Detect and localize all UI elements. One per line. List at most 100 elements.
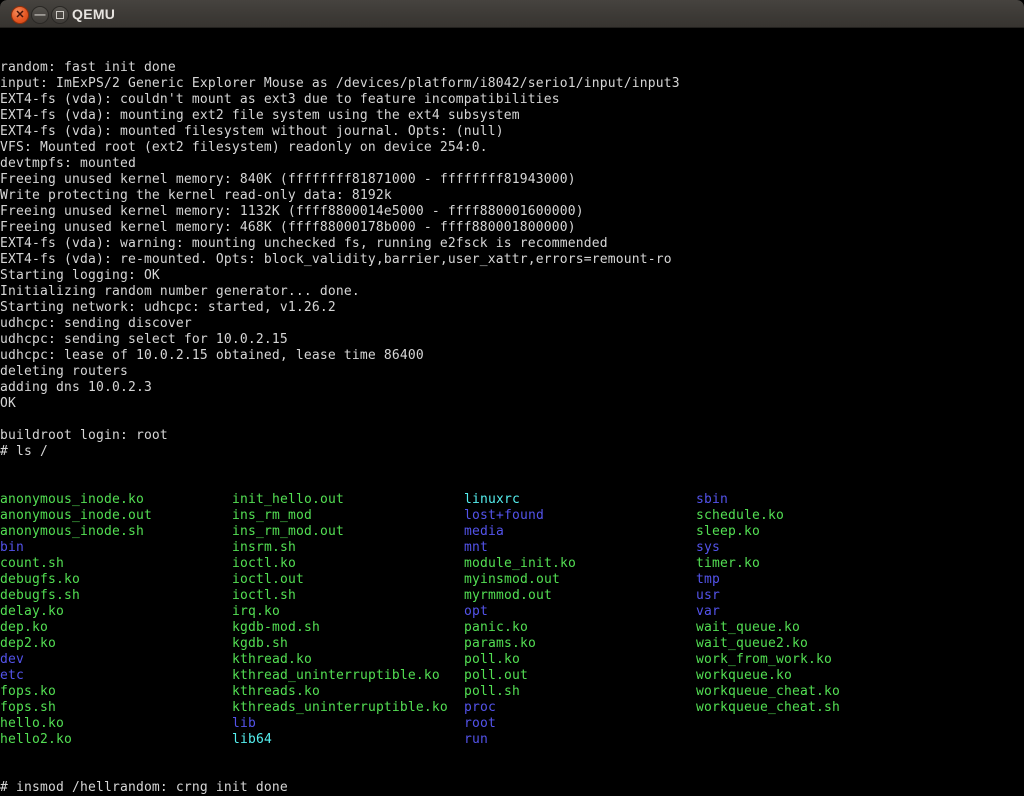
file-entry: workqueue.ko [696,668,928,684]
ls-row: devkthread.kopoll.kowork_from_work.ko [0,652,1024,668]
file-entry: lib [232,716,464,732]
file-entry: usr [696,588,928,604]
file-entry: dep2.ko [0,636,232,652]
file-entry: anonymous_inode.ko [0,492,232,508]
file-entry: work_from_work.ko [696,652,928,668]
file-entry: kgdb-mod.sh [232,620,464,636]
file-entry: ioctl.sh [232,588,464,604]
ls-row: etckthread_uninterruptible.kopoll.outwor… [0,668,1024,684]
file-entry: ins_rm_mod.out [232,524,464,540]
file-entry: proc [464,700,696,716]
file-entry: kthreads_uninterruptible.ko [232,700,464,716]
console-line: # insmod /hellrandom: crng init done [0,780,1024,796]
ls-output: anonymous_inode.koinit_hello.outlinuxrcs… [0,492,1024,748]
file-entry: sleep.ko [696,524,928,540]
file-entry: media [464,524,696,540]
ls-row: dep2.kokgdb.shparams.kowait_queue2.ko [0,636,1024,652]
file-entry: bin [0,540,232,556]
console-line: devtmpfs: mounted [0,156,1024,172]
maximize-icon [56,11,64,19]
ls-row: delay.koirq.kooptvar [0,604,1024,620]
file-entry: opt [464,604,696,620]
file-entry: panic.ko [464,620,696,636]
ls-row: anonymous_inode.koinit_hello.outlinuxrcs… [0,492,1024,508]
file-entry: run [464,732,696,748]
console-line: input: ImExPS/2 Generic Explorer Mouse a… [0,76,1024,92]
file-entry: root [464,716,696,732]
file-entry: etc [0,668,232,684]
console-line: VFS: Mounted root (ext2 filesystem) read… [0,140,1024,156]
boot-log: random: fast init doneinput: ImExPS/2 Ge… [0,60,1024,460]
console-line: udhcpc: lease of 10.0.2.15 obtained, lea… [0,348,1024,364]
console-line: Freeing unused kernel memory: 840K (ffff… [0,172,1024,188]
file-entry: kthread.ko [232,652,464,668]
file-entry: workqueue_cheat.sh [696,700,928,716]
file-entry: kgdb.sh [232,636,464,652]
file-entry: var [696,604,928,620]
file-entry: anonymous_inode.out [0,508,232,524]
file-entry: delay.ko [0,604,232,620]
file-entry: sbin [696,492,928,508]
ls-row: fops.shkthreads_uninterruptible.koprocwo… [0,700,1024,716]
shell-tail: # insmod /hellrandom: crng init done# in… [0,780,1024,796]
file-entry: count.sh [0,556,232,572]
file-entry: module_init.ko [464,556,696,572]
console-line: EXT4-fs (vda): mounting ext2 file system… [0,108,1024,124]
ls-row: anonymous_inode.outins_rm_modlost+founds… [0,508,1024,524]
file-entry: kthreads.ko [232,684,464,700]
ls-row: hello2.kolib64run [0,732,1024,748]
console-line: Write protecting the kernel read-only da… [0,188,1024,204]
file-entry: anonymous_inode.sh [0,524,232,540]
file-entry: poll.out [464,668,696,684]
file-entry: insrm.sh [232,540,464,556]
file-entry: hello2.ko [0,732,232,748]
file-entry: kthread_uninterruptible.ko [232,668,464,684]
terminal-console[interactable]: random: fast init doneinput: ImExPS/2 Ge… [0,28,1024,796]
console-line: Starting network: udhcpc: started, v1.26… [0,300,1024,316]
file-entry: sys [696,540,928,556]
file-entry: debugfs.ko [0,572,232,588]
file-entry: dev [0,652,232,668]
file-entry: wait_queue.ko [696,620,928,636]
console-line: # ls / [0,444,1024,460]
file-entry: poll.sh [464,684,696,700]
console-line: EXT4-fs (vda): couldn't mount as ext3 du… [0,92,1024,108]
console-line: udhcpc: sending select for 10.0.2.15 [0,332,1024,348]
file-entry: ins_rm_mod [232,508,464,524]
file-entry: schedule.ko [696,508,928,524]
maximize-button[interactable] [51,6,69,24]
close-button[interactable]: ✕ [11,6,29,24]
file-entry: lib64 [232,732,464,748]
console-line: EXT4-fs (vda): warning: mounting uncheck… [0,236,1024,252]
file-entry: wait_queue2.ko [696,636,928,652]
file-entry: dep.ko [0,620,232,636]
console-line: Initializing random number generator... … [0,284,1024,300]
file-entry: fops.ko [0,684,232,700]
file-entry: lost+found [464,508,696,524]
ls-row: count.shioctl.komodule_init.kotimer.ko [0,556,1024,572]
console-line [0,412,1024,428]
ls-row: dep.kokgdb-mod.shpanic.kowait_queue.ko [0,620,1024,636]
file-entry: timer.ko [696,556,928,572]
console-line: udhcpc: sending discover [0,316,1024,332]
console-line: Starting logging: OK [0,268,1024,284]
console-line: random: fast init done [0,60,1024,76]
file-entry: poll.ko [464,652,696,668]
file-entry: workqueue_cheat.ko [696,684,928,700]
ls-row: debugfs.shioctl.shmyrmmod.outusr [0,588,1024,604]
minimize-button[interactable]: — [31,6,49,24]
ls-row: bininsrm.shmntsys [0,540,1024,556]
file-entry: ioctl.ko [232,556,464,572]
ls-row: debugfs.koioctl.outmyinsmod.outtmp [0,572,1024,588]
qemu-window: ✕ — QEMU random: fast init doneinput: Im… [0,0,1024,796]
titlebar[interactable]: ✕ — QEMU [0,0,1024,28]
console-line: OK [0,396,1024,412]
console-line: EXT4-fs (vda): re-mounted. Opts: block_v… [0,252,1024,268]
console-line: buildroot login: root [0,428,1024,444]
file-entry: myinsmod.out [464,572,696,588]
ls-row: fops.kokthreads.kopoll.shworkqueue_cheat… [0,684,1024,700]
file-entry: params.ko [464,636,696,652]
console-line: adding dns 10.0.2.3 [0,380,1024,396]
console-line: Freeing unused kernel memory: 1132K (fff… [0,204,1024,220]
console-line: deleting routers [0,364,1024,380]
